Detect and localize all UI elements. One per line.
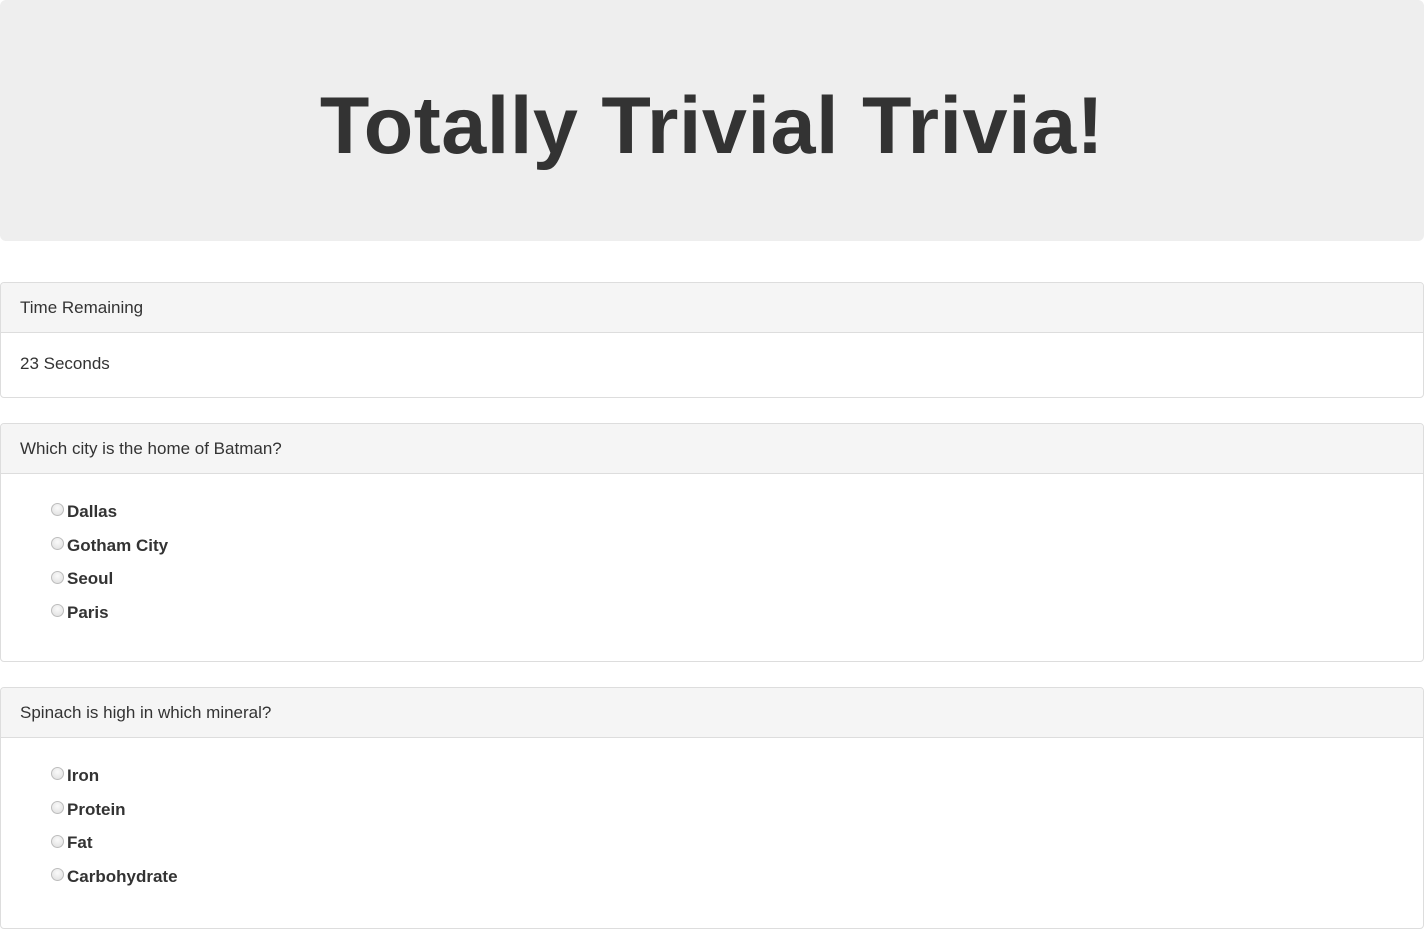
- radio-button[interactable]: [51, 537, 64, 551]
- answer-label[interactable]: Protein: [67, 800, 126, 820]
- question-panel: Spinach is high in which mineral? Iron P…: [0, 687, 1424, 929]
- radio-button[interactable]: [51, 834, 64, 848]
- page-title: Totally Trivial Trivia!: [319, 81, 1105, 171]
- timer-panel: Time Remaining 23 Seconds: [0, 282, 1424, 398]
- answer-options: Iron Protein Fat Carbohydrate: [1, 738, 1423, 894]
- answer-label[interactable]: Dallas: [67, 502, 117, 522]
- question-text: Spinach is high in which mineral?: [1, 688, 1423, 738]
- answer-label[interactable]: Fat: [67, 833, 93, 853]
- radio-button[interactable]: [51, 570, 64, 584]
- answer-option[interactable]: Protein: [51, 793, 1423, 827]
- answer-option[interactable]: Gotham City: [51, 529, 1423, 563]
- answer-label[interactable]: Seoul: [67, 569, 113, 589]
- timer-value: 23 Seconds: [20, 354, 110, 373]
- answer-option[interactable]: Paris: [51, 596, 1423, 630]
- answer-label[interactable]: Paris: [67, 603, 109, 623]
- answer-label[interactable]: Carbohydrate: [67, 867, 178, 887]
- answer-option[interactable]: Seoul: [51, 562, 1423, 596]
- question-text: Which city is the home of Batman?: [1, 424, 1423, 474]
- answer-option[interactable]: Iron: [51, 759, 1423, 793]
- radio-button[interactable]: [51, 868, 64, 882]
- timer-heading: Time Remaining: [1, 283, 1423, 333]
- answer-label[interactable]: Gotham City: [67, 536, 168, 556]
- answer-option[interactable]: Carbohydrate: [51, 860, 1423, 894]
- answer-option[interactable]: Fat: [51, 826, 1423, 860]
- radio-button[interactable]: [51, 503, 64, 517]
- answer-option[interactable]: Dallas: [51, 495, 1423, 529]
- answer-label[interactable]: Iron: [67, 766, 99, 786]
- radio-button[interactable]: [51, 604, 64, 618]
- answer-options: Dallas Gotham City Seoul Paris: [1, 474, 1423, 630]
- question-panel: Which city is the home of Batman? Dallas…: [0, 423, 1424, 662]
- header-jumbotron: Totally Trivial Trivia!: [0, 0, 1424, 241]
- radio-button[interactable]: [51, 767, 64, 781]
- radio-button[interactable]: [51, 801, 64, 815]
